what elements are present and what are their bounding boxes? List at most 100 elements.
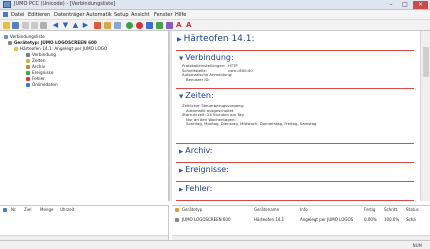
triangle-right-icon: ▶ bbox=[179, 149, 184, 155]
tree-item-ereignisse[interactable]: Ereignisse bbox=[32, 70, 53, 75]
tree-item-verbindung[interactable]: Verbindung bbox=[32, 52, 56, 57]
clock-icon bbox=[26, 59, 30, 63]
settings-icon[interactable] bbox=[166, 22, 173, 29]
col-nr[interactable]: Nr. bbox=[11, 207, 17, 212]
arrow-up-icon[interactable]: ▲ bbox=[72, 22, 79, 29]
section-fehler-label: Fehler: bbox=[185, 184, 213, 193]
transfer-list: Nr. Ziel Menge Uhrzeit bbox=[0, 205, 169, 240]
close-button[interactable]: × bbox=[413, 1, 428, 9]
tree-item-zeiten[interactable]: Zeiten bbox=[32, 58, 45, 63]
open-folder-icon[interactable] bbox=[3, 22, 10, 29]
event-icon bbox=[26, 71, 30, 75]
tree-connection[interactable]: Härteofen 14.1: Angelegt per JUMO LOGO bbox=[20, 46, 107, 51]
transfer-icon bbox=[3, 208, 7, 212]
paste-icon[interactable] bbox=[40, 22, 47, 29]
detail-pane: ▶ Härteofen 14.1: ▼ Verbindung: Protokolle… bbox=[172, 31, 420, 201]
detail-title: ▶ Härteofen 14.1: bbox=[177, 34, 255, 44]
archive-icon bbox=[26, 65, 30, 69]
menu-setup[interactable]: Setup bbox=[114, 12, 129, 18]
font-decrease-icon[interactable]: A bbox=[186, 22, 193, 29]
cell-fertig[interactable]: 0.00% bbox=[364, 217, 377, 222]
minimize-button[interactable]: – bbox=[385, 1, 397, 9]
menu-ansicht[interactable]: Ansicht bbox=[131, 12, 149, 18]
tree-item-onlinedaten[interactable]: Onlinedaten bbox=[32, 82, 58, 87]
tree-item-fehler[interactable]: Fehler bbox=[32, 76, 45, 81]
col-geraetename[interactable]: Gerätename bbox=[254, 207, 279, 212]
menu-datei[interactable]: Datei bbox=[11, 12, 24, 18]
detail-title-text: Härteofen 14.1: bbox=[183, 34, 255, 44]
connection-tree: Verbindungsliste Gerätetyp: JUMO LOGOSCR… bbox=[0, 31, 169, 201]
tree-root[interactable]: Verbindungsliste bbox=[10, 34, 45, 39]
status-num: NUM bbox=[412, 243, 422, 248]
section-zeiten: ▼ Zeiten: Zeitlicher Steuerbezugsvorgang:… bbox=[176, 88, 414, 143]
col-info[interactable]: Info bbox=[300, 207, 308, 212]
zeiten-line: Sonntag, Montag, Dienstag, Mittwoch, Don… bbox=[186, 121, 317, 127]
menu-fenster[interactable]: Fenster bbox=[154, 12, 173, 18]
menu-bar: Datei Editieren Datenträger Automatik Se… bbox=[0, 10, 430, 20]
cell-info[interactable]: Angelegt per JUMO LOGOS bbox=[300, 217, 353, 222]
status-bar: NUM bbox=[0, 240, 430, 249]
connection-icon bbox=[14, 47, 18, 51]
section-archiv: ▶ Archiv: bbox=[176, 143, 414, 161]
triangle-down-icon: ▼ bbox=[179, 94, 184, 100]
triangle-right-icon: ▶ bbox=[177, 36, 182, 43]
triangle-right-icon: ▶ bbox=[179, 187, 184, 193]
section-ereignisse: ▶ Ereignisse: bbox=[176, 162, 414, 180]
cell-schritt[interactable]: 100.0% bbox=[384, 217, 399, 222]
section-fehler: ▶ Fehler: bbox=[176, 181, 414, 201]
cell-geraetename[interactable]: Härteofen 14.1 bbox=[254, 217, 284, 222]
disconnect-icon[interactable] bbox=[136, 22, 143, 29]
arrow-left-icon[interactable]: ◀ bbox=[52, 22, 59, 29]
cut-icon[interactable] bbox=[22, 22, 29, 29]
cell-status[interactable]: Scha bbox=[406, 217, 416, 222]
list-icon bbox=[4, 35, 8, 39]
window-titlebar: JUMO PCC (Unicode) - [Verbindungsliste] … bbox=[0, 0, 430, 10]
section-fehler-header[interactable]: ▶ Fehler: bbox=[179, 184, 212, 193]
col-fertig[interactable]: Fertig bbox=[364, 207, 375, 212]
error-icon bbox=[26, 77, 30, 81]
device-icon bbox=[175, 218, 179, 222]
properties-icon[interactable] bbox=[104, 22, 111, 29]
font-increase-icon[interactable]: A bbox=[176, 22, 183, 29]
menu-datentraeger[interactable]: Datenträger bbox=[54, 12, 85, 18]
connect-icon[interactable] bbox=[126, 22, 133, 29]
arrow-down-icon[interactable]: ▼ bbox=[62, 22, 69, 29]
delete-icon[interactable] bbox=[94, 22, 101, 29]
menu-hilfe[interactable]: Hilfe bbox=[175, 12, 186, 18]
triangle-right-icon: ▶ bbox=[179, 168, 184, 174]
col-schritt[interactable]: Schritt bbox=[384, 207, 397, 212]
arrow-right-icon[interactable]: ▶ bbox=[82, 22, 89, 29]
section-verbindung: ▼ Verbindung: Protokolleinstellungen: HTT… bbox=[176, 50, 414, 87]
export-icon[interactable] bbox=[156, 22, 163, 29]
tree-device[interactable]: Gerätetyp: JUMO LOGOSCREEN 600 bbox=[14, 40, 97, 45]
section-archiv-header[interactable]: ▶ Archiv: bbox=[179, 146, 213, 155]
tree-item-archiv[interactable]: Archiv bbox=[32, 64, 45, 69]
save-icon[interactable] bbox=[12, 22, 19, 29]
cell-geraetetyp[interactable]: JUMO LOGOSCREEN 600 bbox=[182, 217, 231, 222]
maximize-button[interactable]: □ bbox=[399, 1, 411, 9]
triangle-down-icon: ▼ bbox=[179, 56, 184, 62]
detail-scrollbar[interactable] bbox=[420, 31, 430, 201]
section-ereignisse-header[interactable]: ▶ Ereignisse: bbox=[179, 165, 229, 174]
print-icon[interactable] bbox=[114, 22, 121, 29]
section-zeiten-header[interactable]: ▼ Zeiten: bbox=[179, 91, 214, 100]
col-menge[interactable]: Menge bbox=[40, 207, 53, 212]
online-icon bbox=[26, 83, 30, 87]
col-ziel[interactable]: Ziel bbox=[24, 207, 31, 212]
col-status[interactable]: Status bbox=[406, 207, 419, 212]
device-list-icon bbox=[175, 208, 179, 212]
section-zeiten-label: Zeiten: bbox=[185, 91, 214, 100]
menu-editieren[interactable]: Editieren bbox=[28, 12, 50, 18]
section-verbindung-label: Verbindung: bbox=[185, 53, 234, 62]
copy-icon[interactable] bbox=[31, 22, 38, 29]
app-icon bbox=[3, 1, 11, 8]
col-uhrzeit[interactable]: Uhrzeit bbox=[60, 207, 74, 212]
menu-automatik[interactable]: Automatik bbox=[86, 12, 112, 18]
section-verbindung-header[interactable]: ▼ Verbindung: bbox=[179, 53, 234, 62]
chart-icon[interactable] bbox=[146, 22, 153, 29]
section-ereignisse-label: Ereignisse: bbox=[185, 165, 229, 174]
device-list: Gerätetyp Gerätename Info Fertig Schritt… bbox=[172, 205, 430, 240]
scrollbar-thumb[interactable] bbox=[423, 47, 429, 77]
kv-key: Benutzer ID: bbox=[186, 76, 210, 82]
col-geraetetyp[interactable]: Gerätetyp bbox=[182, 207, 202, 212]
